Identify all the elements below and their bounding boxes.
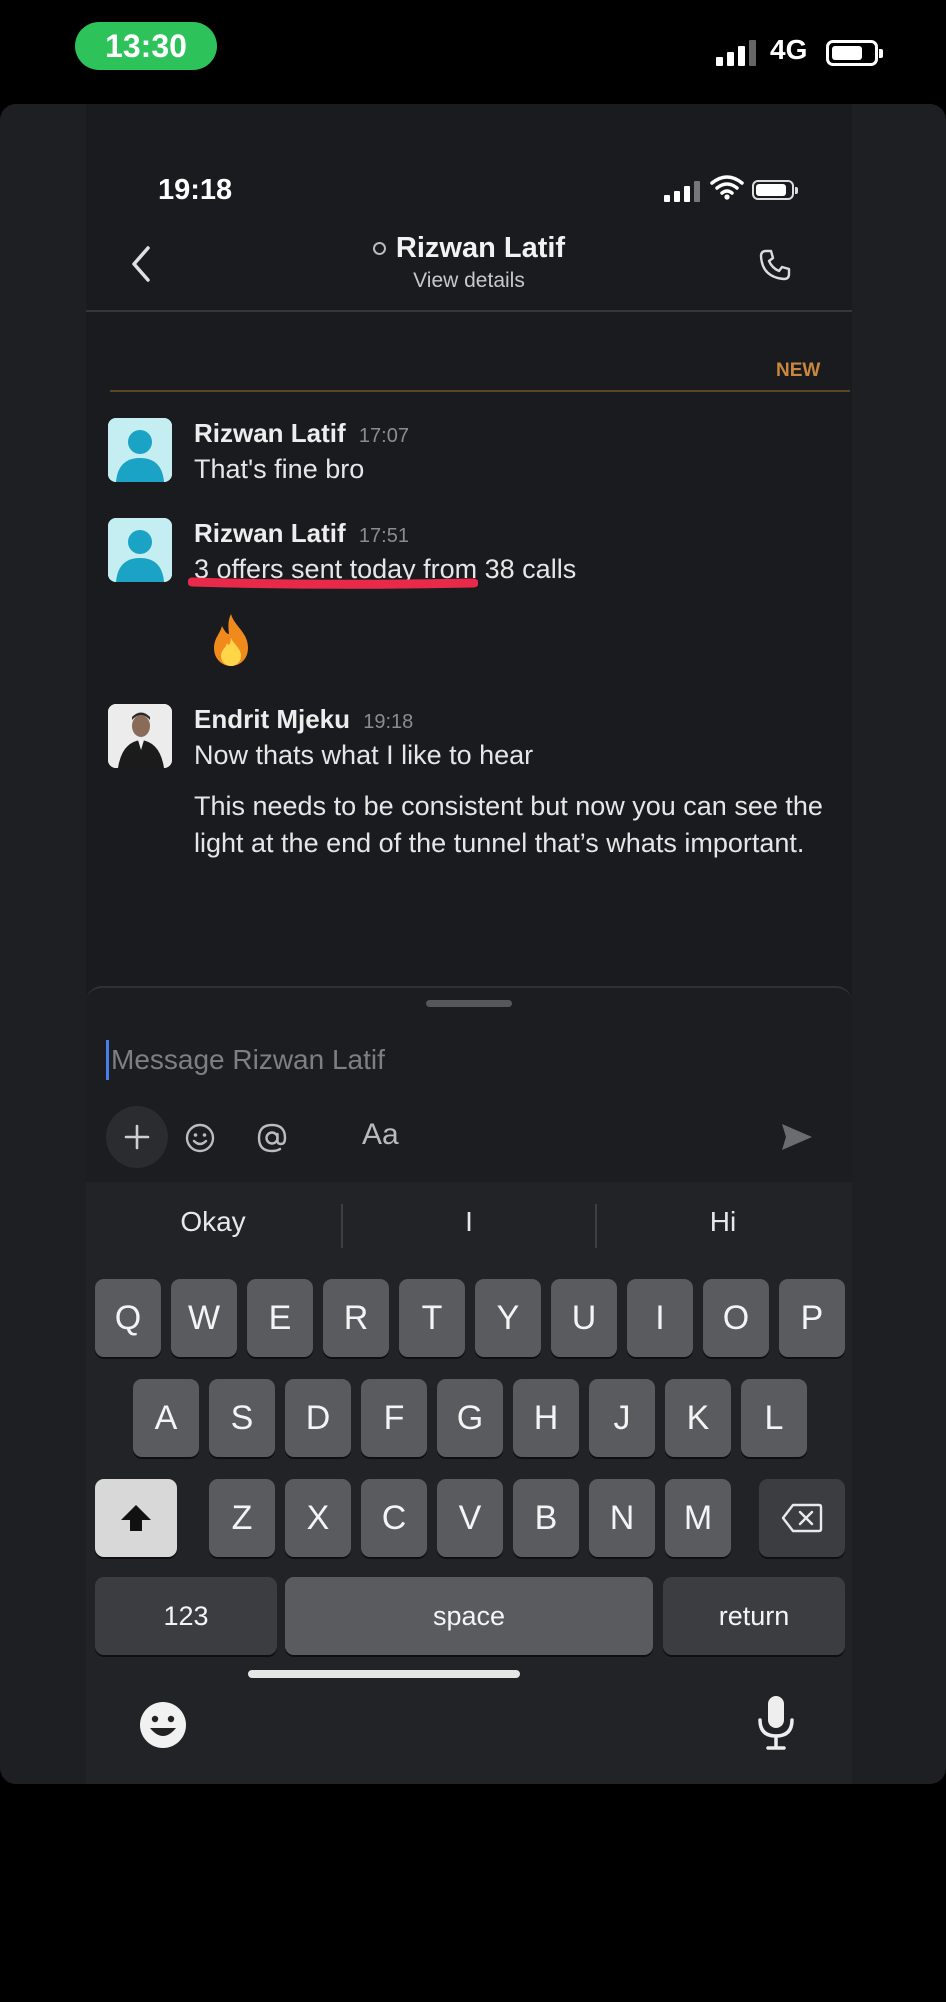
shift-icon [121, 1505, 151, 1531]
key-o[interactable]: O [703, 1279, 769, 1357]
new-messages-label: NEW [776, 360, 821, 381]
key-l[interactable]: L [741, 1379, 807, 1457]
message-time: 17:07 [358, 425, 409, 447]
sender-name[interactable]: Endrit Mjeku [194, 704, 350, 734]
key-e[interactable]: E [247, 1279, 313, 1357]
numbers-key[interactable]: 123 [95, 1577, 277, 1655]
message-time: 17:51 [358, 525, 409, 547]
key-c[interactable]: C [361, 1479, 427, 1557]
message-item: Rizwan Latif 17:51 3 offers sent today f… [108, 518, 828, 678]
inner-status-bar: 19:18 [86, 104, 852, 206]
wifi-icon [710, 175, 744, 200]
header-name-row: Rizwan Latif [372, 232, 566, 265]
presence-icon [372, 242, 386, 255]
inner-signal-icon [664, 180, 700, 202]
ios-keyboard: Okay I Hi Q W E R T Y U I O P A S D F G … [86, 1182, 852, 1784]
send-icon[interactable] [780, 1122, 814, 1152]
add-attachment-button[interactable] [106, 1106, 168, 1168]
shift-key[interactable] [95, 1479, 177, 1557]
key-w[interactable]: W [171, 1279, 237, 1357]
backspace-icon [781, 1503, 823, 1533]
inner-battery-icon [752, 180, 798, 200]
home-indicator[interactable] [248, 1670, 520, 1678]
call-icon[interactable] [758, 248, 792, 282]
inner-time: 19:18 [158, 174, 233, 206]
key-n[interactable]: N [589, 1479, 655, 1557]
message-time: 19:18 [363, 711, 414, 733]
key-a[interactable]: A [133, 1379, 199, 1457]
message-item: Rizwan Latif 17:07 That's fine bro [108, 418, 828, 488]
outer-network-label: 4G [770, 34, 808, 65]
outer-time-pill: 13:30 [75, 22, 217, 70]
key-t[interactable]: T [399, 1279, 465, 1357]
plus-icon [124, 1124, 150, 1150]
message-body: Rizwan Latif 17:07 That's fine bro [194, 418, 824, 488]
header-title-block[interactable]: Rizwan Latif View details [86, 232, 852, 293]
return-key[interactable]: return [663, 1577, 845, 1655]
mention-icon [257, 1123, 287, 1153]
message-text: Now thats what I like to hear [194, 740, 534, 770]
new-messages-divider [110, 390, 850, 392]
key-b[interactable]: B [513, 1479, 579, 1557]
space-key[interactable]: space [285, 1577, 653, 1655]
mention-button[interactable] [254, 1120, 290, 1156]
default-avatar-icon [108, 418, 172, 482]
suggestion-item[interactable]: I [342, 1206, 596, 1238]
default-avatar-icon [108, 518, 172, 582]
outer-signal-icon [716, 38, 756, 66]
predictive-bar: Okay I Hi [86, 1182, 852, 1272]
avatar[interactable] [108, 418, 172, 482]
red-underline-annotation [188, 577, 478, 589]
message-composer: Aa [86, 986, 852, 1182]
key-p[interactable]: P [779, 1279, 845, 1357]
suggestion-item[interactable]: Hi [596, 1206, 850, 1238]
emoji-button[interactable] [182, 1120, 218, 1156]
key-g[interactable]: G [437, 1379, 503, 1457]
slack-dm-screen: 19:18 Rizwan Latif View details NEW Rizw… [86, 104, 852, 1784]
key-s[interactable]: S [209, 1379, 275, 1457]
key-m[interactable]: M [665, 1479, 731, 1557]
video-frame: 19:18 Rizwan Latif View details NEW Rizw… [0, 104, 946, 1784]
fire-icon[interactable] [208, 612, 254, 668]
message-item: Endrit Mjeku 19:18 Now thats what I like… [108, 704, 828, 924]
backspace-key[interactable] [759, 1479, 845, 1557]
key-z[interactable]: Z [209, 1479, 275, 1557]
key-x[interactable]: X [285, 1479, 351, 1557]
avatar[interactable] [108, 518, 172, 582]
emoji-icon [185, 1123, 215, 1153]
outer-status-bar: 13:30 4G [0, 0, 946, 104]
chat-header: Rizwan Latif View details [86, 220, 852, 312]
key-y[interactable]: Y [475, 1279, 541, 1357]
format-text-button[interactable]: Aa [362, 1118, 399, 1152]
message-text: That's fine bro [194, 454, 365, 484]
view-details-link[interactable]: View details [86, 269, 852, 293]
composer-drag-handle[interactable] [426, 1000, 512, 1007]
message-header: Rizwan Latif 17:51 [194, 518, 824, 549]
key-d[interactable]: D [285, 1379, 351, 1457]
key-i[interactable]: I [627, 1279, 693, 1357]
key-v[interactable]: V [437, 1479, 503, 1557]
key-k[interactable]: K [665, 1379, 731, 1457]
sender-name[interactable]: Rizwan Latif [194, 518, 346, 548]
message-header: Rizwan Latif 17:07 [194, 418, 824, 449]
message-input[interactable] [106, 1040, 806, 1080]
key-f[interactable]: F [361, 1379, 427, 1457]
avatar[interactable] [108, 704, 172, 768]
key-u[interactable]: U [551, 1279, 617, 1357]
profile-photo-icon [108, 704, 172, 768]
suggestion-item[interactable]: Okay [86, 1206, 340, 1238]
key-j[interactable]: J [589, 1379, 655, 1457]
message-header: Endrit Mjeku 19:18 [194, 704, 824, 735]
message-body: Endrit Mjeku 19:18 Now thats what I like… [194, 704, 824, 862]
key-h[interactable]: H [513, 1379, 579, 1457]
mic-icon[interactable] [756, 1694, 796, 1752]
key-r[interactable]: R [323, 1279, 389, 1357]
outer-battery-icon [826, 40, 883, 66]
sender-name[interactable]: Rizwan Latif [194, 418, 346, 448]
composer-toolbar: Aa [106, 1106, 836, 1170]
keyboard-emoji-icon[interactable] [138, 1700, 188, 1750]
key-q[interactable]: Q [95, 1279, 161, 1357]
message-text: This needs to be consistent but now you … [194, 791, 823, 858]
header-name: Rizwan Latif [395, 232, 566, 264]
